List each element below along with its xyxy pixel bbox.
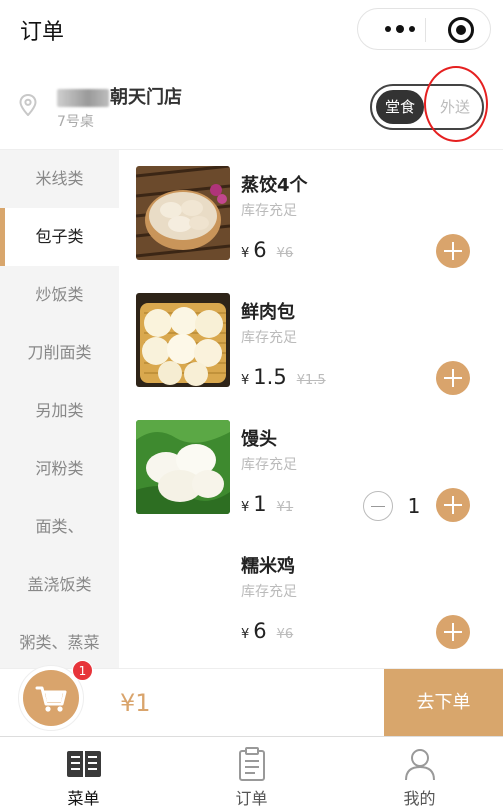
original-price: ¥6: [276, 246, 294, 261]
product-item: 蒸饺4个 库存充足 ¥6 ¥6: [119, 150, 503, 277]
decrease-quantity-icon[interactable]: [363, 491, 393, 521]
add-to-cart-icon[interactable]: [436, 488, 470, 522]
stock-status: 库存充足: [241, 330, 297, 346]
clipboard-icon: [239, 747, 265, 781]
tab-bar: 菜单 订单 我的: [0, 736, 503, 812]
user-icon: [405, 749, 435, 781]
category-sidebar: 米线类 包子类 炒饭类 刀削面类 另加类 河粉类 面类、 盖浇饭类 粥类、蒸菜: [0, 150, 119, 668]
category-item[interactable]: 刀削面类: [0, 324, 119, 382]
annotation-circle: [424, 66, 488, 142]
category-item[interactable]: 另加类: [0, 382, 119, 440]
category-item[interactable]: 粥类、蒸菜: [0, 614, 119, 668]
mini-program-capsule: [357, 8, 491, 50]
product-item: 糯米鸡 库存充足 ¥6 ¥6: [119, 531, 503, 658]
product-list: 蒸饺4个 库存充足 ¥6 ¥6 鲜肉包 库存充足 ¥ 1.5 ¥1.5 馒头 库…: [119, 150, 503, 668]
nav-bar: 订单: [0, 0, 503, 62]
price-value: 6: [253, 619, 267, 643]
currency-symbol: ¥: [241, 373, 250, 388]
tab-label: 菜单: [67, 789, 100, 808]
product-name: 蒸饺4个: [241, 175, 308, 196]
store-name: 朝天门店: [110, 87, 182, 108]
currency-symbol: ¥: [241, 246, 250, 261]
original-price: ¥1: [276, 500, 294, 515]
cart-count-badge: 1: [72, 660, 93, 681]
currency-symbol: ¥: [241, 500, 250, 515]
cart-button-fill: [23, 670, 79, 726]
category-item[interactable]: 盖浇饭类: [0, 556, 119, 614]
original-price: ¥1.5: [296, 373, 326, 388]
price-value: 6: [253, 238, 267, 262]
product-name: 鲜肉包: [241, 302, 295, 323]
capsule-divider: [425, 18, 426, 42]
add-to-cart-icon[interactable]: [436, 234, 470, 268]
original-price: ¥6: [276, 627, 294, 642]
dine-in-option[interactable]: 堂食: [376, 90, 424, 124]
cart-total: ¥1: [120, 689, 151, 717]
table-number: 7号桌: [57, 114, 94, 130]
category-item[interactable]: 河粉类: [0, 440, 119, 498]
currency-symbol: ¥: [241, 627, 250, 642]
stock-status: 库存充足: [241, 203, 297, 219]
product-price: ¥6 ¥6: [241, 238, 293, 262]
add-to-cart-icon[interactable]: [436, 361, 470, 395]
tab-label: 订单: [235, 789, 268, 808]
cart-bar: 1 ¥1 去下单: [0, 660, 503, 737]
location-pin-icon: [19, 94, 37, 116]
category-item[interactable]: 米线类: [0, 150, 119, 208]
close-miniprogram-icon[interactable]: [448, 17, 474, 43]
product-item: 馒头 库存充足 ¥1 ¥1 1: [119, 404, 503, 531]
tab-orders[interactable]: 订单: [168, 737, 335, 812]
more-options-icon[interactable]: [375, 18, 425, 40]
tab-label: 我的: [403, 789, 436, 808]
category-item[interactable]: 炒饭类: [0, 266, 119, 324]
product-image[interactable]: [136, 420, 230, 514]
quantity-value: 1: [407, 494, 421, 518]
stock-status: 库存充足: [241, 457, 297, 473]
product-price: ¥1.5 ¥1.5: [241, 365, 326, 389]
product-item: 鲜肉包 库存充足 ¥1.5 ¥1.5: [119, 277, 503, 404]
shopping-cart-icon: [35, 686, 67, 712]
price-value: 1: [253, 492, 267, 516]
menu-book-icon: [67, 751, 101, 777]
stock-status: 库存充足: [241, 584, 297, 600]
product-price: ¥6 ¥6: [241, 619, 293, 643]
product-name: 糯米鸡: [241, 556, 295, 577]
checkout-button[interactable]: 去下单: [384, 669, 503, 737]
page-title: 订单: [20, 20, 65, 45]
app-root: 订单 朝天门店 7号桌 堂食 外送 米线类 包子类 炒饭类 刀削面类 另加类 河…: [0, 0, 503, 812]
product-image[interactable]: [136, 166, 230, 260]
product-price: ¥1 ¥1: [241, 492, 293, 516]
category-item-active[interactable]: 包子类: [0, 208, 119, 266]
tab-menu[interactable]: 菜单: [0, 737, 167, 812]
add-to-cart-icon[interactable]: [436, 615, 470, 649]
category-item[interactable]: 面类、: [0, 498, 119, 556]
product-image[interactable]: [136, 293, 230, 387]
redacted-store-prefix: [57, 89, 109, 107]
price-value: 1.5: [253, 365, 287, 389]
tab-profile[interactable]: 我的: [336, 737, 503, 812]
product-name: 馒头: [241, 429, 277, 450]
